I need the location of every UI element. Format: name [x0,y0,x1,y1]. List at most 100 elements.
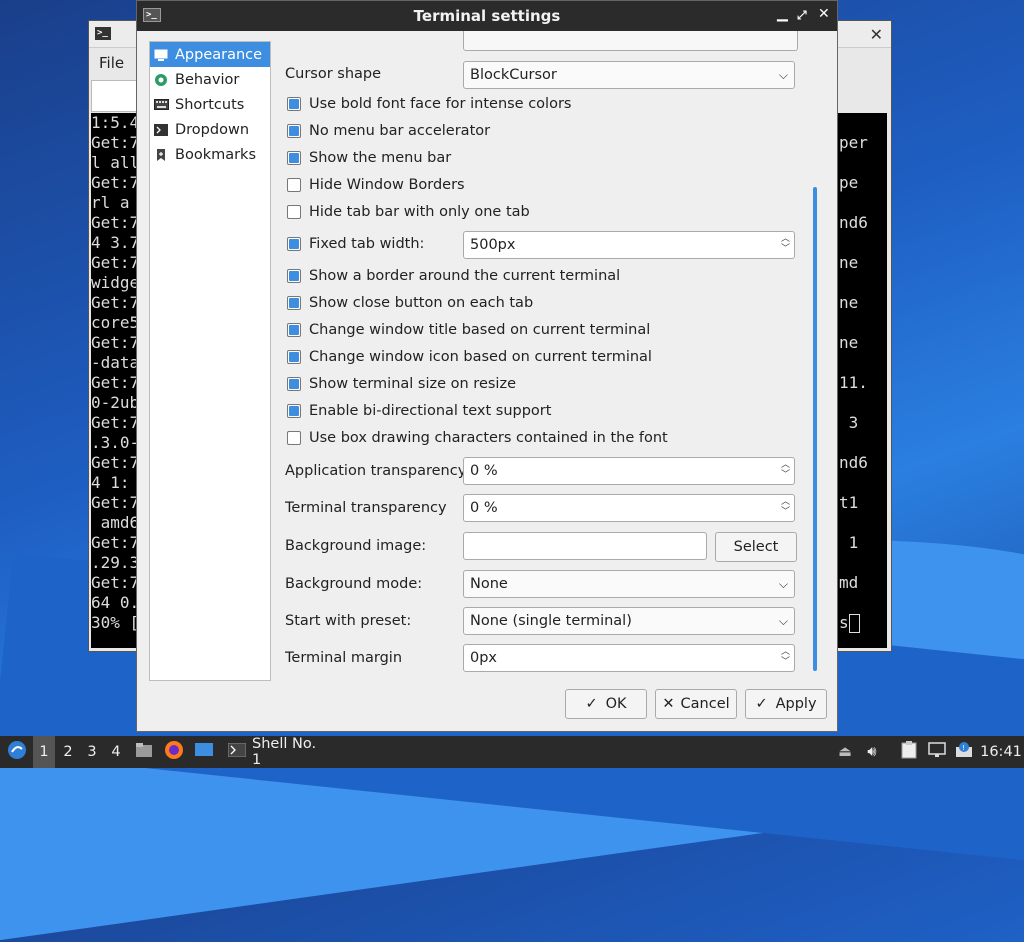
checkbox-indicator[interactable] [287,237,301,251]
sidebar-item-appearance[interactable]: Appearance [150,42,270,67]
terminal-margin-spinbox[interactable]: 0px ︿ ﹀ [463,644,795,672]
desktop-launcher[interactable] [193,736,215,768]
dialog-titlebar[interactable]: >_ Terminal settings ▁ ⤢ ✕ [137,1,837,31]
folder-icon [135,742,153,762]
check-icon: ✓ [755,696,768,712]
checkbox-box-drawing-chars[interactable]: Use box drawing characters contained in … [287,430,668,446]
checkbox-indicator[interactable] [287,97,301,111]
firefox-launcher[interactable] [163,736,185,768]
taskbar-task-shell[interactable]: Shell No. 1 [224,736,328,768]
appearance-settings-panel: Cursor shape BlockCursor ⌵ Use bold font… [285,31,805,681]
checkbox-bidi-text[interactable]: Enable bi-directional text support [287,403,551,419]
checkbox-fixed-tab-width[interactable]: Fixed tab width: [287,236,424,252]
checkbox-bold-font[interactable]: Use bold font face for intense colors [287,96,571,112]
clock[interactable]: 16:41 [980,736,1022,768]
sidebar-item-bookmarks[interactable]: Bookmarks [150,142,270,167]
tray-clipboard[interactable] [898,736,920,768]
checkbox-indicator[interactable] [287,124,301,138]
checkbox-terminal-size-resize[interactable]: Show terminal size on resize [287,376,516,392]
sidebar-item-shortcuts[interactable]: Shortcuts [150,92,270,117]
background-image-input[interactable] [463,532,707,560]
spin-arrows-icon[interactable]: ︿ ﹀ [781,460,790,480]
background-mode-select[interactable]: None ⌵ [463,570,795,598]
ok-button[interactable]: ✓ OK [565,689,647,719]
select-image-button[interactable]: Select [715,532,797,562]
firefox-icon [164,740,184,764]
workspace-1[interactable]: 1 [33,736,55,768]
terminal-line: 11. [839,373,868,392]
task-label: Shell No. 1 [252,736,317,768]
sidebar-item-label: Behavior [175,71,240,88]
tray-network[interactable] [926,736,948,768]
checkbox-label: Change window icon based on current term… [309,349,652,365]
apply-button[interactable]: ✓ Apply [745,689,827,719]
file-manager-launcher[interactable] [134,736,154,768]
checkbox-indicator[interactable] [287,205,301,219]
checkbox-hide-tab-bar[interactable]: Hide tab bar with only one tab [287,204,530,220]
checkbox-label: Hide Window Borders [309,177,465,193]
fixed-tab-width-spinbox[interactable]: 500px ︿ ﹀ [463,231,795,259]
workspace-3[interactable]: 3 [81,736,103,768]
checkbox-indicator[interactable] [287,431,301,445]
minimize-icon[interactable]: ▁ [777,6,788,22]
panel-scrollbar[interactable] [813,187,817,671]
checkbox-indicator[interactable] [287,269,301,283]
checkbox-close-button-tab[interactable]: Show close button on each tab [287,295,533,311]
sidebar-item-label: Bookmarks [175,146,257,163]
workspace-2[interactable]: 2 [57,736,79,768]
terminal-line: pe [839,173,859,192]
checkbox-indicator[interactable] [287,296,301,310]
terminal-margin-label: Terminal margin [285,650,403,666]
scrolled-off-control[interactable] [463,31,798,51]
checkbox-hide-window-borders[interactable]: Hide Window Borders [287,177,465,193]
tray-notifications[interactable]: ! [953,736,975,768]
start-preset-select[interactable]: None (single terminal) ⌵ [463,607,795,635]
checkbox-indicator[interactable] [287,377,301,391]
terminal-transparency-label: Terminal transparency [285,500,447,516]
checkbox-no-menu-accelerator[interactable]: No menu bar accelerator [287,123,490,139]
maximize-icon[interactable]: ⤢ [797,8,807,23]
menu-file[interactable]: File [99,54,124,72]
checkbox-indicator[interactable] [287,404,301,418]
scrolled-off-row [285,31,805,51]
terminal-line: t1 [839,493,859,512]
checkbox-change-window-icon[interactable]: Change window icon based on current term… [287,349,652,365]
spin-arrows-icon[interactable]: ︿ ﹀ [781,647,790,667]
terminal-line: amd6 [91,513,140,532]
sidebar-item-dropdown[interactable]: Dropdown [150,117,270,142]
checkbox-label: Fixed tab width: [309,236,425,252]
checkbox-change-window-title[interactable]: Change window title based on current ter… [287,322,650,338]
close-icon[interactable]: ✕ [870,25,883,44]
terminal-line: s [839,603,868,643]
sidebar-item-behavior[interactable]: Behavior [150,67,270,92]
tray-volume[interactable]: 🔊︎ [862,736,882,768]
terminal-settings-dialog[interactable]: >_ Terminal settings ▁ ⤢ ✕ Appearance Be… [136,0,838,732]
tray-updates[interactable]: ⏏ [836,736,854,768]
terminal-line: .29.3 [91,553,140,572]
checkbox-label: Show terminal size on resize [309,376,516,392]
spin-arrows-icon[interactable]: ︿ ﹀ [781,234,790,254]
checkbox-show-menu-bar[interactable]: Show the menu bar [287,150,451,166]
checkbox-label: Show the menu bar [309,150,452,166]
cancel-icon: ✕ [662,696,675,712]
cursor-shape-select[interactable]: BlockCursor ⌵ [463,61,795,89]
terminal-line: Get:7 [91,253,140,272]
checkbox-indicator[interactable] [287,178,301,192]
terminal-line: per [839,133,868,152]
background-image-label: Background image: [285,538,427,554]
checkbox-border-current-terminal[interactable]: Show a border around the current termina… [287,268,620,284]
start-preset-value: None (single terminal) [470,613,632,629]
background-mode-value: None [470,576,508,592]
app-transparency-spinbox[interactable]: 0 % ︿ ﹀ [463,457,795,485]
checkbox-indicator[interactable] [287,151,301,165]
sidebar-item-label: Shortcuts [175,96,245,113]
spin-arrows-icon[interactable]: ︿ ﹀ [781,497,790,517]
checkbox-indicator[interactable] [287,323,301,337]
cancel-button[interactable]: ✕ Cancel [655,689,737,719]
start-menu-button[interactable] [4,736,30,768]
close-icon[interactable]: ✕ [818,6,830,22]
checkbox-indicator[interactable] [287,350,301,364]
terminal-line: ne [839,253,859,272]
workspace-4[interactable]: 4 [105,736,127,768]
terminal-transparency-spinbox[interactable]: 0 % ︿ ﹀ [463,494,795,522]
